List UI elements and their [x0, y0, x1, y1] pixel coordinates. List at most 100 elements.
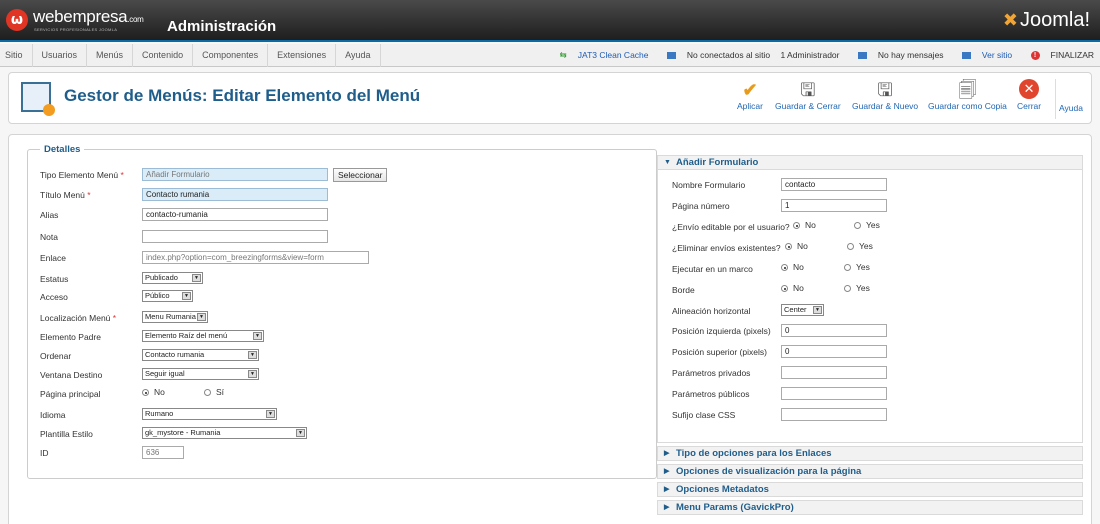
- link-options-panel-header[interactable]: ▶ Tipo de opciones para los Enlaces: [657, 446, 1083, 461]
- row-plantilla: Plantilla Estilo gk_mystore - Rumania ▼: [40, 427, 340, 443]
- webempresa-logo-icon: ω: [6, 9, 28, 31]
- row-ordenar: Ordenar Contacto rumania ▼: [40, 349, 300, 365]
- row-pos-izq: Posición izquierda (pixels) 0: [672, 324, 902, 340]
- row-alias: Alias contacto-rumania: [40, 208, 340, 224]
- status-select[interactable]: Publicado ▼: [142, 272, 203, 284]
- top-position-input[interactable]: 0: [781, 345, 887, 358]
- ordering-select[interactable]: Contacto rumania ▼: [142, 349, 259, 361]
- delete-yes-radio[interactable]: Yes: [847, 241, 873, 251]
- css-suffix-input[interactable]: [781, 408, 887, 421]
- title-input[interactable]: Contacto rumania: [142, 188, 328, 201]
- page-display-panel-header[interactable]: ▶ Opciones de visualización para la pági…: [657, 464, 1083, 479]
- id-field: 636: [142, 446, 184, 459]
- menu-location-select[interactable]: Menu Rumania ▼: [142, 311, 208, 323]
- row-titulo: Título Menú * Contacto rumania: [40, 188, 340, 204]
- public-params-input[interactable]: [781, 387, 887, 400]
- messages-status[interactable]: No hay mensajes: [850, 50, 944, 60]
- row-nombre: Nombre Formulario contacto: [672, 178, 902, 194]
- options-panel: ▼ Añadir Formulario Nombre Formulario co…: [657, 155, 1083, 518]
- language-select[interactable]: Rumano ▼: [142, 408, 277, 420]
- padre-label: Elemento Padre: [40, 332, 101, 342]
- view-site-link[interactable]: Ver sitio: [954, 50, 1012, 60]
- row-padre: Elemento Padre Elemento Raíz del menú ▼: [40, 330, 300, 346]
- row-estatus: Estatus Publicado ▼: [40, 272, 240, 288]
- not-connected-status: No conectados al sitio: [659, 50, 770, 60]
- acceso-label: Acceso: [40, 292, 68, 302]
- target-window-select[interactable]: Seguir igual ▼: [142, 368, 259, 380]
- select-type-button[interactable]: Seleccionar: [333, 168, 388, 182]
- joomla-icon: ✖: [1002, 10, 1018, 30]
- row-localizacion: Localización Menú * Menu Rumania ▼: [40, 311, 260, 327]
- localizacion-label: Localización Menú *: [40, 313, 117, 323]
- menu-usuarios[interactable]: Usuarios: [33, 44, 88, 67]
- apply-button[interactable]: ✔ Aplicar: [737, 79, 763, 111]
- save-new-button[interactable]: 🖫 Guardar & Nuevo: [852, 79, 918, 111]
- row-alineacion: Alineación horizontal Center ▼: [672, 304, 902, 320]
- menu-sitio[interactable]: Sitio: [0, 44, 33, 67]
- horizontal-align-select[interactable]: Center ▼: [781, 304, 824, 316]
- save-icon: 🖫: [800, 80, 816, 100]
- details-fieldset: Detalles Tipo Elemento Menú * Añadir For…: [27, 144, 657, 479]
- publicos-label: Parámetros públicos: [672, 389, 750, 399]
- edit-form-area: Detalles Tipo Elemento Menú * Añadir For…: [8, 134, 1092, 524]
- pagina-label: Página número: [672, 201, 730, 211]
- joomla-logo: ✖ Joomla!: [1002, 9, 1090, 31]
- border-yes-radio[interactable]: Yes: [844, 283, 870, 293]
- close-button[interactable]: ✕ Cerrar: [1017, 79, 1041, 111]
- metadata-panel-header[interactable]: ▶ Opciones Metadatos: [657, 482, 1083, 497]
- access-select[interactable]: Público ▼: [142, 290, 193, 302]
- jat3-clean-cache-link[interactable]: ⇆ JAT3 Clean Cache: [552, 50, 649, 60]
- form-panel-header[interactable]: ▼ Añadir Formulario: [657, 155, 1083, 170]
- note-input[interactable]: [142, 230, 328, 243]
- menu-contenido[interactable]: Contenido: [133, 44, 194, 67]
- save-copy-button[interactable]: 🗐 Guardar como Copia: [928, 79, 1007, 111]
- save-close-button[interactable]: 🖫 Guardar & Cerrar: [775, 79, 841, 111]
- frame-no-radio[interactable]: No: [781, 262, 804, 272]
- save-copy-icon: 🗐: [958, 80, 977, 100]
- home-yes-radio[interactable]: Sí: [204, 387, 224, 397]
- parent-item-select[interactable]: Elemento Raíz del menú ▼: [142, 330, 264, 342]
- alineacion-label: Alineación horizontal: [672, 306, 751, 316]
- toolbar-divider: [1055, 79, 1056, 119]
- editable-label: ¿Envío editable por el usuario?: [672, 222, 790, 232]
- editable-no-radio[interactable]: No: [793, 220, 816, 230]
- row-privados: Parámetros privados: [672, 366, 902, 382]
- pos-izq-label: Posición izquierda (pixels): [672, 326, 771, 336]
- row-borde: Borde No Yes: [672, 283, 922, 299]
- nombre-label: Nombre Formulario: [672, 180, 746, 190]
- save-new-icon: 🖫: [877, 80, 893, 100]
- row-publicos: Parámetros públicos: [672, 387, 902, 403]
- pos-sup-label: Posición superior (pixels): [672, 347, 767, 357]
- border-no-radio[interactable]: No: [781, 283, 804, 293]
- page-number-input[interactable]: 1: [781, 199, 887, 212]
- editable-yes-radio[interactable]: Yes: [854, 220, 880, 230]
- menu-ayuda[interactable]: Ayuda: [336, 44, 381, 67]
- menu-menus[interactable]: Menús: [87, 44, 134, 67]
- row-pagina: Página número 1: [672, 199, 902, 215]
- row-acceso: Acceso Público ▼: [40, 290, 240, 306]
- form-name-input[interactable]: contacto: [781, 178, 887, 191]
- alias-input[interactable]: contacto-rumania: [142, 208, 328, 221]
- eliminar-label: ¿Eliminar envíos existentes?: [672, 243, 781, 253]
- private-params-input[interactable]: [781, 366, 887, 379]
- link-field: index.php?option=com_breezingforms&view=…: [142, 251, 369, 264]
- ordenar-label: Ordenar: [40, 351, 72, 361]
- admin-title: Administración: [167, 18, 277, 35]
- gavickpro-params-panel-header[interactable]: ▶ Menu Params (GavickPro): [657, 500, 1083, 515]
- frame-yes-radio[interactable]: Yes: [844, 262, 870, 272]
- menu-extensiones[interactable]: Extensiones: [268, 44, 337, 67]
- enlace-label: Enlace: [40, 253, 66, 263]
- sufijo-label: Sufijo clase CSS: [672, 410, 736, 420]
- menu-componentes[interactable]: Componentes: [193, 44, 269, 67]
- users-icon: [666, 52, 676, 60]
- menu-manager-icon: [21, 82, 55, 116]
- triangle-right-icon: ▶: [664, 468, 670, 475]
- delete-no-radio[interactable]: No: [785, 241, 808, 251]
- help-button[interactable]: Ayuda: [1059, 103, 1083, 113]
- home-no-radio[interactable]: No: [142, 387, 165, 397]
- row-nota: Nota: [40, 230, 340, 246]
- logout-link[interactable]: ! FINALIZAR: [1023, 50, 1094, 61]
- row-idioma: Idioma Rumano ▼: [40, 408, 300, 424]
- template-style-select[interactable]: gk_mystore - Rumania ▼: [142, 427, 307, 439]
- left-position-input[interactable]: 0: [781, 324, 887, 337]
